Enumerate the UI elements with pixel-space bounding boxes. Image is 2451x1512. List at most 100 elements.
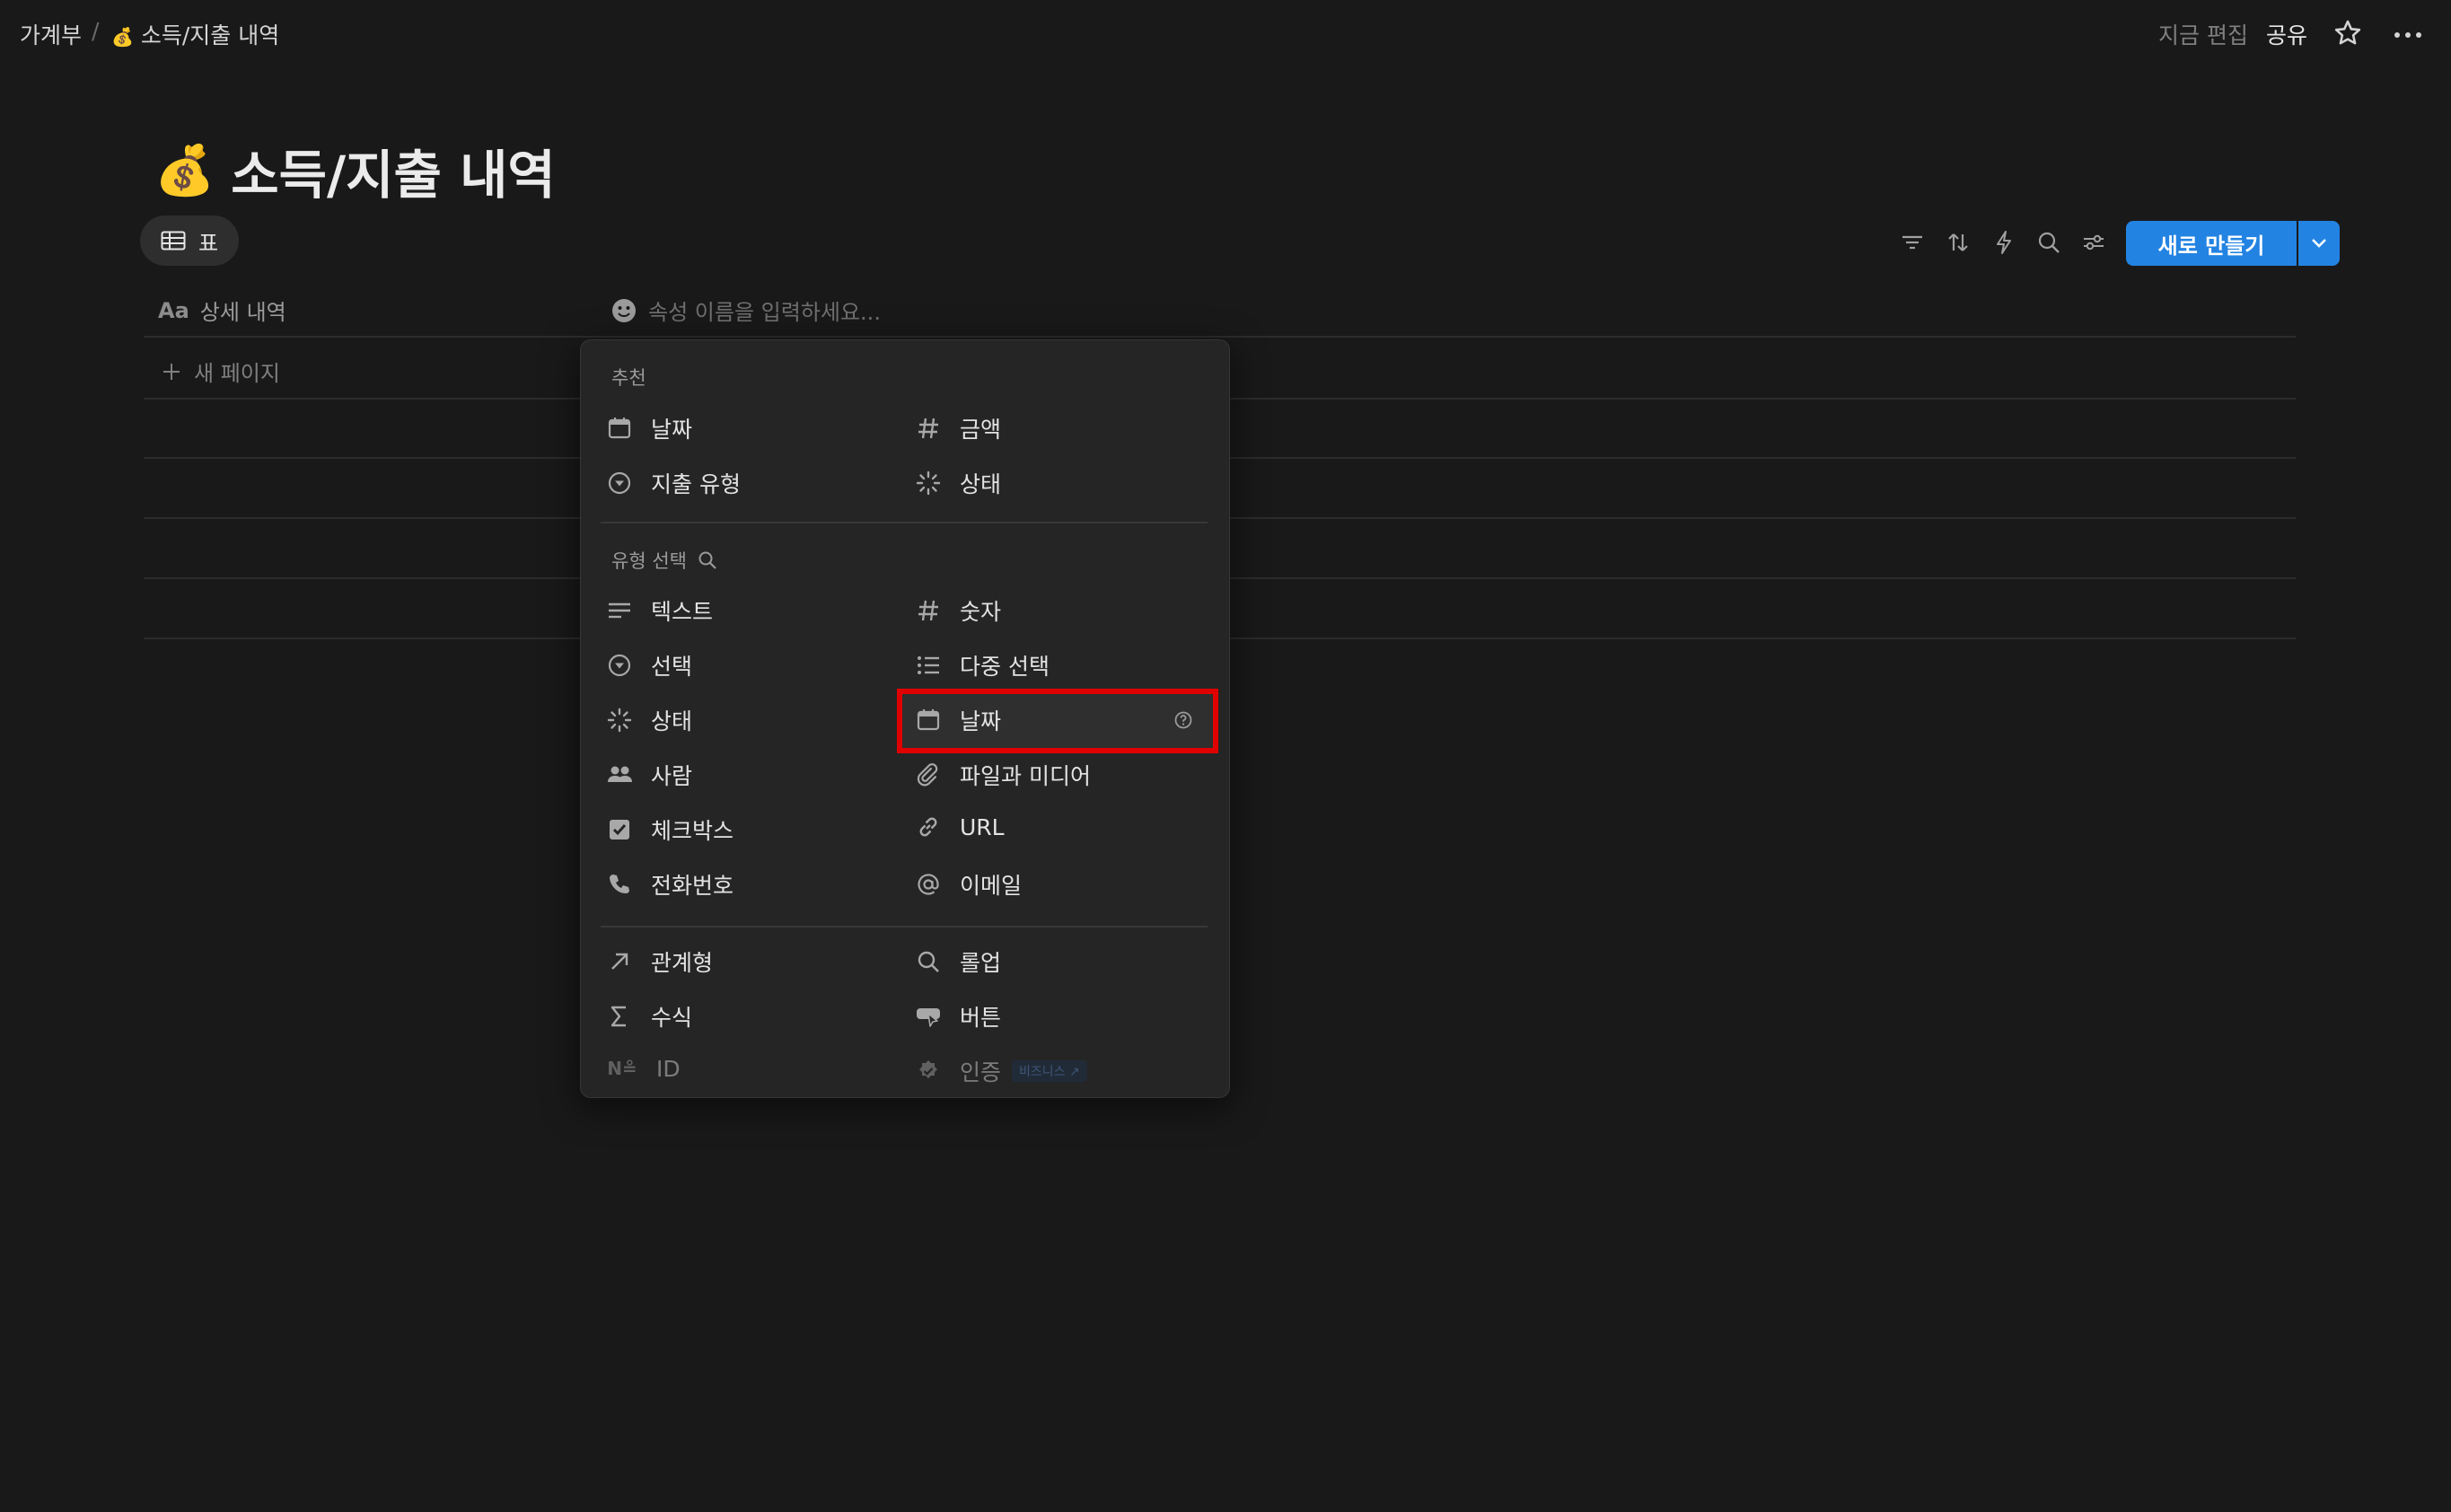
item-label: 날짜: [960, 708, 1002, 734]
view-tab-label: 표: [198, 230, 219, 256]
view-tab-table[interactable]: 표: [140, 215, 239, 266]
paperclip-icon: [915, 761, 942, 788]
type-item-select[interactable]: 선택: [606, 649, 692, 681]
people-icon: [606, 761, 633, 788]
breadcrumb-separator: /: [92, 18, 100, 44]
share-button[interactable]: 공유: [2266, 18, 2307, 50]
item-label: 전화번호: [651, 873, 734, 899]
item-label: 수식: [651, 1005, 693, 1031]
item-label: 텍스트: [651, 599, 714, 625]
filter-icon[interactable]: [1896, 226, 1928, 259]
item-label: 상태: [651, 708, 693, 734]
item-label: 금액: [960, 417, 1002, 443]
item-label: 사람: [651, 763, 693, 789]
type-item-status[interactable]: 상태: [606, 704, 692, 736]
new-page-button[interactable]: 새 페이지: [162, 356, 280, 387]
suggested-item-date[interactable]: 날짜: [606, 412, 692, 444]
property-name-placeholder: 속성 이름을 입력하세요...: [648, 300, 881, 325]
type-select-section-label: 유형 선택: [611, 547, 717, 574]
page-title: 💰 소득/지출 내역: [154, 133, 556, 208]
more-icon[interactable]: [2392, 22, 2424, 48]
type-item-checkbox[interactable]: 체크박스: [606, 813, 734, 846]
item-label: 롤업: [960, 950, 1002, 976]
new-dropdown-button[interactable]: [2298, 221, 2340, 266]
star-icon[interactable]: [2332, 18, 2363, 48]
phone-icon: [606, 871, 633, 898]
row-divider: [144, 336, 2296, 338]
menu-divider: [601, 926, 1208, 927]
item-label: 인증: [960, 1059, 1002, 1086]
page-title-text[interactable]: 소득/지출 내역: [231, 133, 556, 208]
search-icon[interactable]: [2033, 226, 2065, 259]
suggested-item-expense-type[interactable]: 지출 유형: [606, 467, 741, 499]
type-item-multi-select[interactable]: 다중 선택: [915, 649, 1050, 681]
view-settings-icon[interactable]: [2078, 226, 2110, 259]
type-item-id[interactable]: N≗ ID: [606, 1055, 681, 1082]
help-icon[interactable]: [1170, 707, 1197, 734]
new-property-name-input[interactable]: 속성 이름을 입력하세요...: [611, 294, 881, 326]
suggested-section-label: 추천: [611, 367, 646, 389]
link-icon: [915, 813, 942, 840]
checkbox-icon: [606, 816, 633, 843]
type-item-phone[interactable]: 전화번호: [606, 868, 734, 901]
item-label: 버튼: [960, 1005, 1002, 1031]
breadcrumb-parent[interactable]: 가계부: [20, 18, 82, 50]
verified-icon: [915, 1058, 942, 1085]
type-select-label: 유형 선택: [611, 550, 687, 572]
calendar-icon: [606, 415, 633, 442]
arrow-up-right-icon: [606, 948, 633, 975]
breadcrumb-current[interactable]: 💰 소득/지출 내역: [111, 18, 279, 50]
type-item-verification[interactable]: 인증 비즈니스 ↗: [915, 1055, 1087, 1087]
type-item-url[interactable]: URL: [915, 813, 1005, 840]
new-page-label: 새 페이지: [194, 361, 280, 386]
column-header-title[interactable]: Aa 상세 내역: [158, 294, 286, 326]
item-label: 숫자: [960, 599, 1002, 625]
item-label: 날짜: [651, 417, 693, 443]
money-bag-icon[interactable]: 💰: [154, 142, 215, 199]
item-label: 선택: [651, 654, 693, 680]
suggested-item-status[interactable]: 상태: [915, 467, 1001, 499]
type-item-date[interactable]: 날짜: [915, 704, 1202, 736]
type-item-button[interactable]: 버튼: [915, 1000, 1001, 1033]
plus-icon: [162, 362, 181, 382]
type-item-files-media[interactable]: 파일과 미디어: [915, 759, 1091, 791]
type-item-rollup[interactable]: 롤업: [915, 945, 1001, 978]
chevron-down-icon: [2309, 236, 2329, 251]
hash-icon: [915, 415, 942, 442]
at-icon: [915, 871, 942, 898]
select-icon: [606, 470, 633, 497]
item-label: 상태: [960, 471, 1002, 497]
magnifier-icon: [915, 948, 942, 975]
number-sign-icon: N≗: [607, 1058, 637, 1079]
table-icon: [161, 230, 186, 251]
item-label: 체크박스: [651, 818, 734, 844]
item-label: 이메일: [960, 873, 1023, 899]
menu-divider: [601, 522, 1208, 523]
emoji-icon[interactable]: [611, 297, 637, 324]
type-item-email[interactable]: 이메일: [915, 868, 1022, 901]
type-item-formula[interactable]: 수식: [606, 1000, 692, 1033]
item-label: 관계형: [651, 950, 714, 976]
text-icon: [606, 597, 633, 624]
type-item-number[interactable]: 숫자: [915, 594, 1001, 627]
search-icon[interactable]: [698, 550, 717, 570]
type-item-relation[interactable]: 관계형: [606, 945, 713, 978]
top-bar: 가계부 / 💰 소득/지출 내역 지금 편집 공유: [0, 0, 2451, 68]
text-property-icon: Aa: [158, 297, 189, 323]
item-label: URL: [960, 813, 1005, 840]
suggested-item-amount[interactable]: 금액: [915, 412, 1001, 444]
type-item-person[interactable]: 사람: [606, 759, 692, 791]
breadcrumb-current-label: 소득/지출 내역: [140, 22, 280, 48]
status-icon: [915, 470, 942, 497]
select-icon: [606, 652, 633, 679]
item-label: 지출 유형: [651, 471, 741, 497]
status-icon: [606, 707, 633, 734]
calendar-icon: [915, 707, 942, 734]
business-plan-badge: 비즈니스 ↗: [1012, 1060, 1087, 1082]
item-label: 파일과 미디어: [960, 763, 1091, 789]
new-button[interactable]: 새로 만들기: [2126, 221, 2297, 266]
item-label: ID: [656, 1055, 681, 1082]
sort-icon[interactable]: [1942, 226, 1974, 259]
type-item-text[interactable]: 텍스트: [606, 594, 713, 627]
automation-icon[interactable]: [1988, 226, 2020, 259]
